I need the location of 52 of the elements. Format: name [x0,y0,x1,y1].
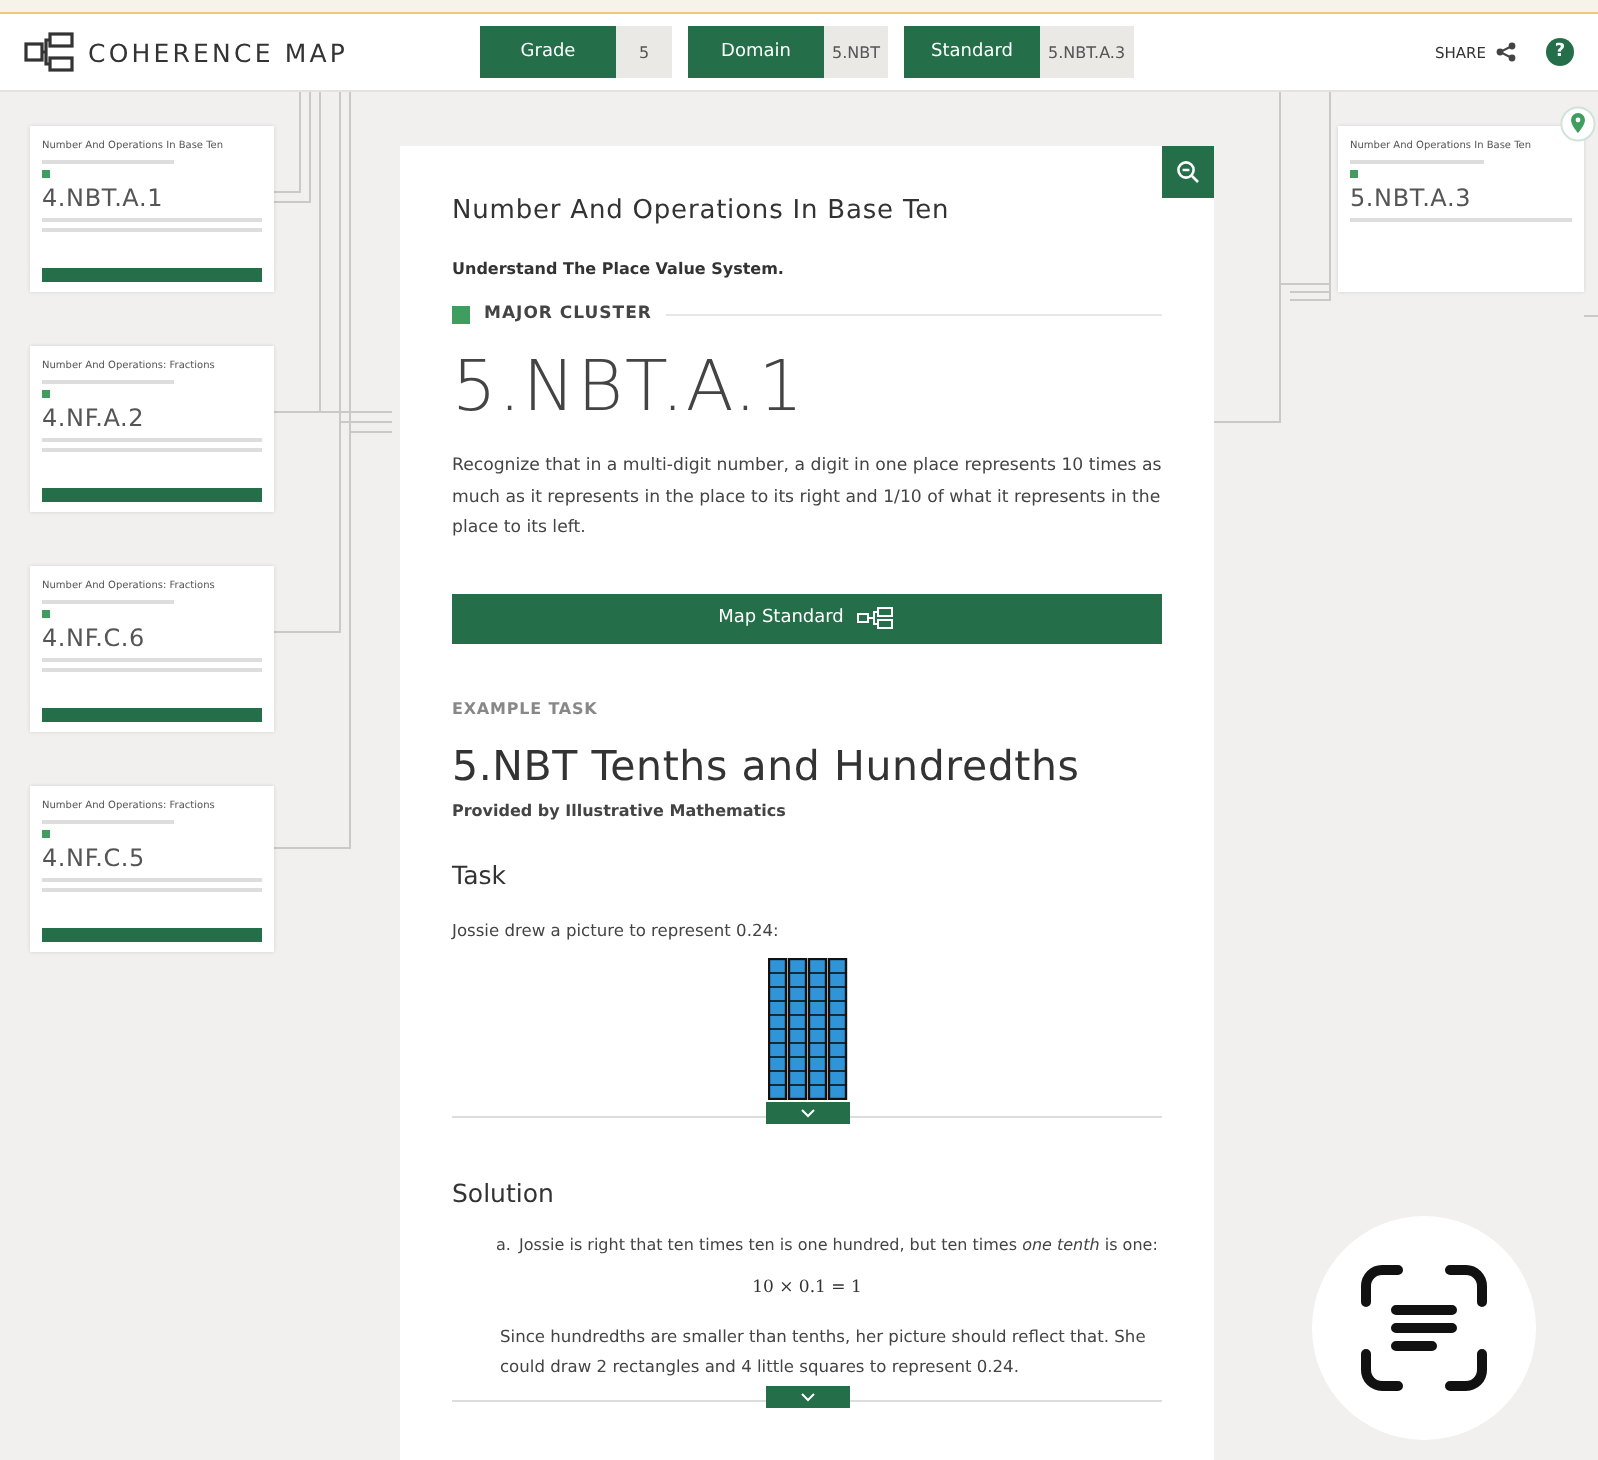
list-marker: a. [496,1235,511,1253]
cluster-icon [1350,170,1358,178]
filter-button[interactable]: Grade [480,26,616,78]
card-code: 4.NF.A.2 [42,404,145,432]
zoom-out-icon [1176,160,1200,184]
filter-value: 5.NBT [824,26,888,78]
expand-button[interactable] [766,1385,850,1407]
app-logo-text: COHERENCE MAP [88,37,349,67]
map-icon [855,606,896,630]
filter-value: 5.NBT.A.3 [1040,26,1134,78]
task-provider: Provided by Illustrative Mathematics [452,801,788,819]
solution-heading: Solution [452,1177,556,1207]
card-code: 4.NF.C.6 [42,624,145,652]
domain-title: Number And Operations In Base Ten [452,196,952,226]
cluster-title: Understand The Place Value System. [452,260,786,278]
task-heading: Task [452,859,508,889]
task-prompt: Jossie drew a picture to represent 0.24: [452,919,781,939]
map-pin-icon[interactable] [1560,106,1596,142]
solution-text: Jossie is right that ten times ten is one hundred, but ten times one tenth is one: [518,1235,1158,1253]
section-label: EXAMPLE TASK [452,699,600,717]
task-title: 5.NBT Tenths and Hundredths [452,741,1082,789]
cluster-kind: MAJOR CLUSTER [484,304,652,324]
cluster-line [42,160,174,164]
equation: 10 × 0.1 = 1 [752,1277,862,1297]
standard-code: 5.NBT.A.1 [452,348,808,428]
standard-description: Recognize that in a multi-digit number, a digit in one place represents 10 times as much as it represents in the place to its right and 1/10 of what it represents in the place to its left. [452,454,1162,542]
tenths-strips-drawing [767,957,849,1099]
filter-button[interactable]: Domain [688,26,824,78]
cluster-icon [452,305,470,323]
cluster-icon [42,170,50,178]
filter-button[interactable]: Standard [904,26,1040,78]
cluster-line [42,600,174,604]
card-code: 4.NBT.A.1 [42,184,164,212]
map-logo-icon [24,32,76,72]
card-code: 5.NBT.A.3 [1350,184,1472,212]
cluster-icon [42,390,50,398]
help-button[interactable]: ? [1546,38,1574,66]
cluster-line [42,820,174,824]
scan-text-icon [1358,1262,1490,1394]
solution-paragraph: Since hundredths are smaller than tenths, her picture should reflect that. She could draw 2 rectangles and 4 little squares to represent 0.24. [500,1323,1148,1380]
chevron-down-icon [800,1391,816,1401]
filter-value: 5 [616,26,672,78]
cluster-line [1350,160,1484,164]
expand-button[interactable] [766,1101,850,1123]
cluster-line [42,380,174,384]
cluster-icon [42,830,50,838]
chevron-down-icon [800,1107,816,1117]
card-code: 4.NF.C.5 [42,844,145,872]
map-standard-button[interactable]: Map Standard [452,593,1162,643]
share-icon[interactable] [1496,42,1516,62]
cluster-icon [42,610,50,618]
zoom-out-button[interactable] [1162,146,1214,198]
